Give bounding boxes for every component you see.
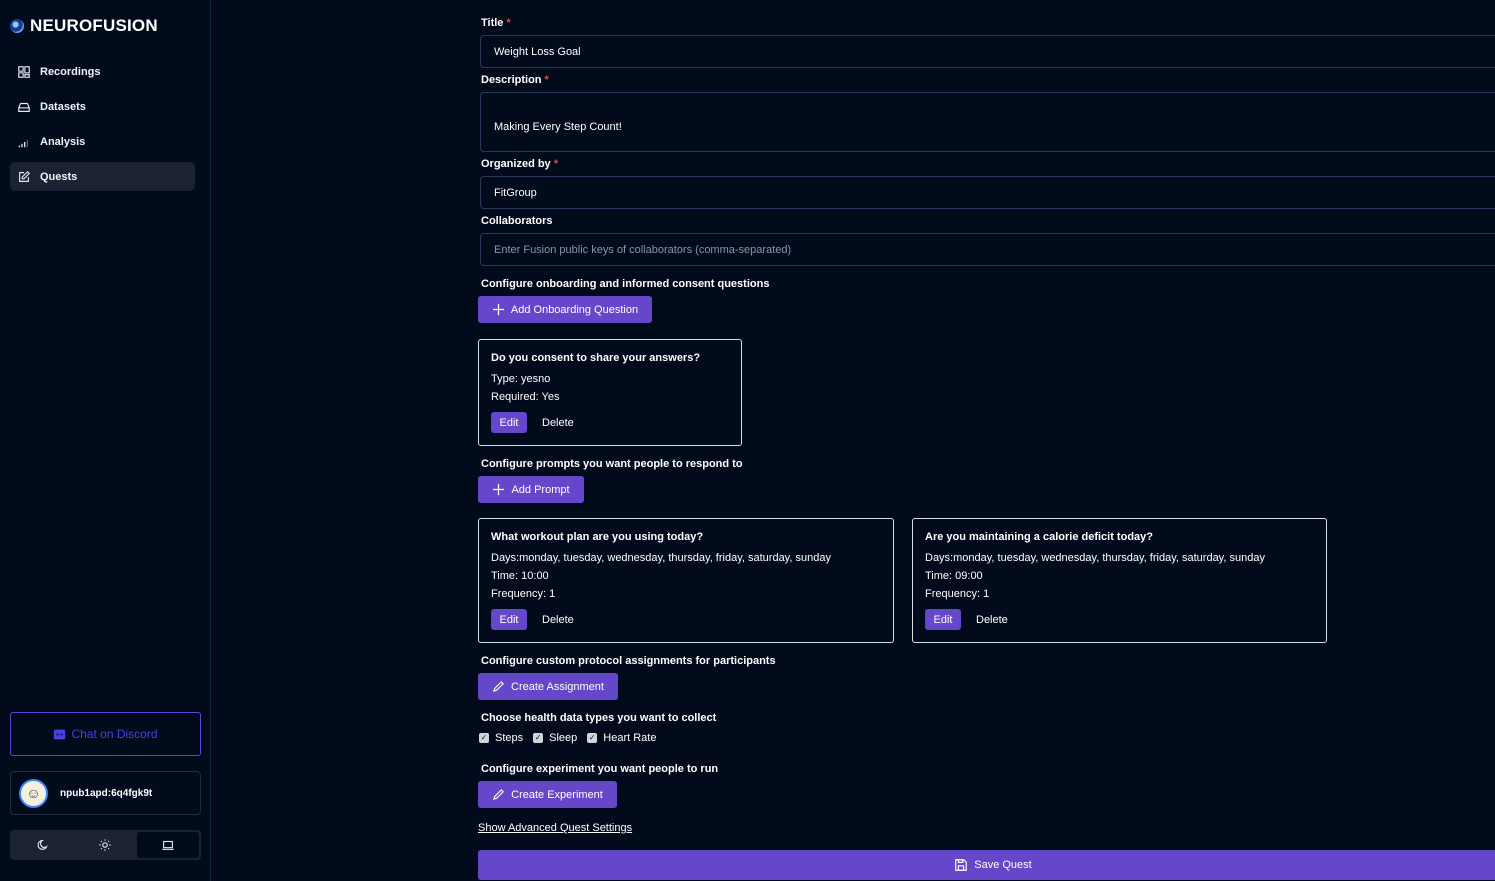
prompt-card: Are you maintaining a calorie deficit to…	[912, 518, 1327, 643]
description-label-text: Description	[481, 74, 542, 86]
user-public-key: npub1apd:6q4fgk9t	[60, 787, 153, 799]
question-required: Required: Yes	[491, 391, 560, 403]
prompt-days: Days:monday, tuesday, wednesday, thursda…	[491, 552, 831, 564]
heart-rate-checkbox[interactable]: ✓	[587, 733, 598, 743]
edit-button[interactable]: Edit	[925, 609, 961, 630]
question-type: Type: yesno	[491, 373, 551, 385]
add-prompt-label: Add Prompt	[511, 483, 570, 496]
organized-by-label-text: Organized by	[481, 158, 551, 170]
sidebar-item-label: Datasets	[40, 100, 86, 113]
collaborators-input[interactable]	[480, 233, 1495, 266]
save-quest-button[interactable]: Save Quest	[478, 850, 1495, 880]
sidebar-item-analysis[interactable]: Analysis	[10, 127, 195, 156]
theme-switcher	[10, 830, 201, 860]
sidebar-item-datasets[interactable]: Datasets	[10, 92, 195, 121]
prompt-time: Time: 10:00	[491, 570, 549, 582]
create-experiment-label: Create Experiment	[511, 788, 603, 801]
pencil-icon	[493, 681, 504, 693]
create-assignment-label: Create Assignment	[511, 680, 604, 693]
prompt-title: What workout plan are you using today?	[491, 531, 704, 543]
sleep-checkbox[interactable]: ✓	[533, 733, 544, 743]
chat-on-discord-button[interactable]: Chat on Discord	[10, 712, 201, 756]
health-data-checkboxes: ✓ Steps ✓ Sleep ✓ Heart Rate	[479, 732, 660, 744]
prompts-heading: Configure prompts you want people to res…	[481, 458, 743, 470]
card-actions: Edit Delete	[925, 609, 1314, 630]
steps-checkbox[interactable]: ✓	[479, 733, 489, 743]
add-onboarding-question-button[interactable]: Add Onboarding Question	[478, 296, 652, 323]
plus-icon	[492, 303, 504, 316]
app-logo[interactable]: NEUROFUSION	[10, 15, 158, 37]
avatar-face-icon: ☺	[26, 785, 41, 801]
add-onboarding-question-label: Add Onboarding Question	[510, 303, 639, 316]
card-actions: Edit Delete	[491, 412, 729, 433]
sun-icon	[99, 839, 112, 851]
title-label: Title *	[481, 17, 511, 29]
theme-light-button[interactable]	[74, 832, 136, 858]
organized-by-input[interactable]	[480, 176, 1495, 209]
heart-rate-label: Heart Rate	[603, 732, 657, 744]
discord-icon	[54, 729, 66, 739]
assignments-heading: Configure custom protocol assignments fo…	[481, 655, 776, 667]
sleep-label: Sleep	[549, 732, 578, 744]
create-experiment-button[interactable]: Create Experiment	[478, 781, 617, 808]
edit-button[interactable]: Edit	[491, 609, 527, 630]
discord-label: Chat on Discord	[71, 727, 158, 741]
sidebar-item-recordings[interactable]: Recordings	[10, 57, 195, 86]
question-title: Do you consent to share your answers?	[491, 352, 701, 364]
user-card[interactable]: ☺ npub1apd:6q4fgk9t	[10, 771, 201, 815]
database-icon	[18, 102, 30, 112]
required-mark: *	[544, 74, 549, 86]
sidebar-item-label: Analysis	[40, 135, 86, 148]
plus-icon	[493, 483, 505, 496]
edit-button[interactable]: Edit	[491, 412, 527, 433]
avatar: ☺	[19, 778, 48, 808]
signal-icon	[18, 139, 28, 147]
sidebar-item-quests[interactable]: Quests	[10, 162, 195, 191]
organized-by-label: Organized by *	[481, 158, 558, 170]
prompt-frequency: Frequency: 1	[491, 588, 556, 600]
sidebar: NEUROFUSION Recordings Datasets Analysis	[0, 0, 211, 881]
description-label: Description *	[481, 74, 549, 86]
create-assignment-button[interactable]: Create Assignment	[478, 673, 618, 700]
show-advanced-settings-link[interactable]: Show Advanced Quest Settings	[478, 822, 632, 834]
theme-system-button[interactable]	[136, 832, 199, 858]
prompt-frequency: Frequency: 1	[925, 588, 990, 600]
title-input[interactable]	[480, 35, 1495, 68]
delete-button[interactable]: Delete	[976, 614, 1008, 626]
add-prompt-button[interactable]: Add Prompt	[478, 476, 584, 503]
title-label-text: Title	[481, 17, 504, 29]
prompt-card: What workout plan are you using today? D…	[478, 518, 894, 643]
health-heading: Choose health data types you want to col…	[481, 712, 717, 724]
required-mark: *	[506, 17, 511, 29]
prompt-time: Time: 09:00	[925, 570, 983, 582]
sidebar-item-label: Recordings	[40, 65, 101, 78]
experiment-heading: Configure experiment you want people to …	[481, 763, 719, 775]
card-actions: Edit Delete	[491, 609, 881, 630]
onboarding-question-card: Do you consent to share your answers? Ty…	[478, 339, 742, 446]
grid-icon	[18, 65, 30, 78]
laptop-icon	[162, 840, 174, 850]
steps-label: Steps	[495, 732, 524, 744]
save-quest-label: Save Quest	[974, 859, 1032, 871]
pencil-icon	[493, 789, 505, 801]
delete-button[interactable]: Delete	[542, 614, 574, 626]
neurofusion-logo-icon	[10, 19, 24, 33]
delete-button[interactable]: Delete	[542, 417, 574, 429]
sidebar-item-label: Quests	[40, 170, 78, 183]
theme-dark-button[interactable]	[12, 832, 74, 858]
collaborators-label: Collaborators	[481, 215, 553, 227]
prompt-title: Are you maintaining a calorie deficit to…	[925, 531, 1153, 543]
app-name: NEUROFUSION	[30, 16, 158, 35]
description-textarea[interactable]: Making Every Step Count!	[480, 92, 1495, 152]
sidebar-nav: Recordings Datasets Analysis Quests	[10, 57, 195, 197]
save-icon	[955, 859, 968, 871]
prompt-days: Days:monday, tuesday, wednesday, thursda…	[925, 552, 1265, 564]
edit-icon	[19, 170, 31, 182]
onboarding-heading: Configure onboarding and informed consen…	[481, 278, 770, 290]
required-mark: *	[553, 158, 558, 170]
moon-icon	[37, 839, 49, 850]
